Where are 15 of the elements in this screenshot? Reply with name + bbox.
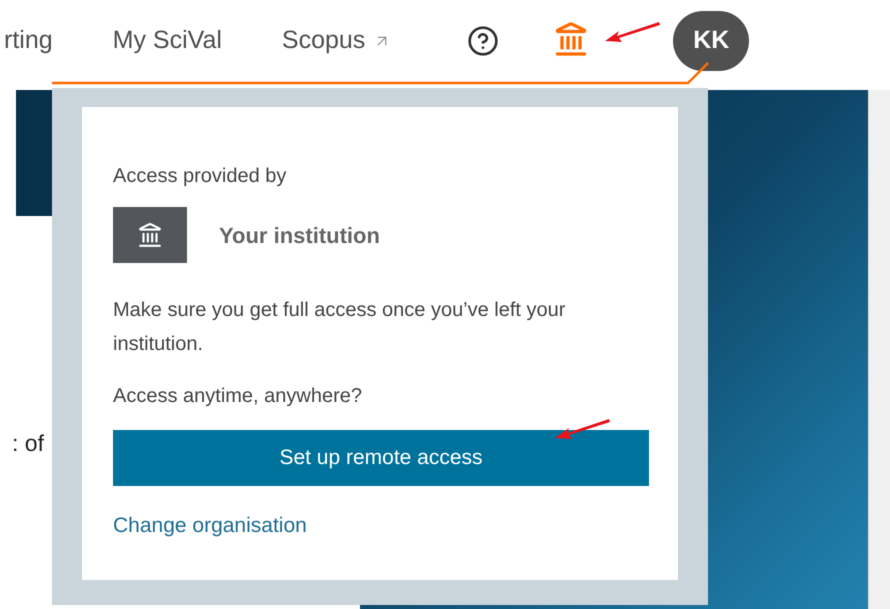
change-organisation-link[interactable]: Change organisation [113, 510, 647, 542]
remote-access-button[interactable]: Set up remote access [113, 430, 649, 486]
institution-icon [137, 222, 163, 248]
pointer-arrow-icon [603, 19, 662, 45]
user-avatar[interactable]: KK [673, 11, 750, 71]
nav-link[interactable]: My SciVal [112, 22, 222, 60]
access-heading: Access provided by [113, 164, 288, 189]
access-question: Access anytime, anywhere? [113, 384, 364, 409]
nav-link[interactable]: rting [4, 22, 53, 60]
pointer-arrow-icon [553, 416, 611, 442]
page-text: : of [12, 429, 44, 458]
nav-link[interactable]: Scopus [282, 22, 392, 60]
help-icon[interactable] [467, 25, 500, 57]
access-message: Make sure you get full access once you’ve left your institution. [113, 298, 566, 357]
institution-name: Your institution [219, 222, 380, 250]
